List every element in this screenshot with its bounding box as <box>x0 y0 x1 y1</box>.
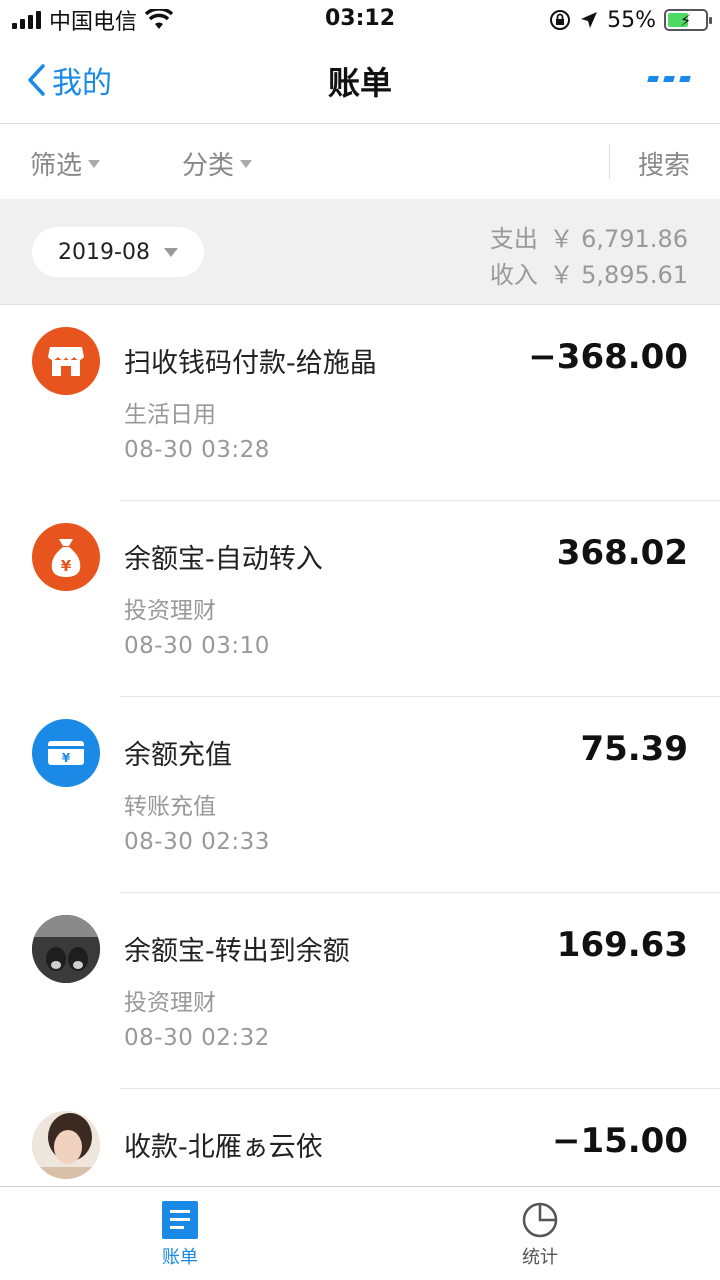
month-summary: 2019-08 支出 ￥ 6,791.86 收入 ￥ 5,895.61 <box>0 199 720 305</box>
avatar <box>32 915 100 983</box>
transaction-list: 扫收钱码付款-给施晶 生活日用 08-30 03:28 −368.00 ¥ 余额… <box>0 305 720 1280</box>
pie-chart-icon <box>522 1202 558 1238</box>
location-arrow-icon <box>581 12 598 28</box>
transaction-title: 余额宝-转出到余额 <box>124 936 350 967</box>
transaction-time: 08-30 02:32 <box>124 1025 270 1051</box>
transaction-category: 转账充值 <box>124 794 216 820</box>
month-picker[interactable]: 2019-08 <box>32 227 204 277</box>
list-item[interactable]: ¥ 余额充值 转账充值 08-30 02:33 75.39 <box>0 697 720 893</box>
list-item[interactable]: 余额宝-转出到余额 投资理财 08-30 02:32 169.63 <box>0 893 720 1089</box>
tab-label: 统计 <box>522 1247 558 1268</box>
orientation-lock-icon <box>550 10 571 30</box>
transaction-title: 余额充值 <box>124 740 232 771</box>
status-right: 55% ⚡ <box>549 6 712 34</box>
income-summary: 收入 ￥ 5,895.61 <box>486 255 688 290</box>
divider <box>609 145 610 179</box>
transaction-amount: 368.02 <box>556 533 688 573</box>
transaction-category: 投资理财 <box>124 598 216 624</box>
money-bag-icon: ¥ <box>32 523 100 591</box>
income-label: 收入 <box>489 261 538 289</box>
transaction-title: 余额宝-自动转入 <box>124 544 323 575</box>
svg-text:¥: ¥ <box>61 557 72 575</box>
tab-bill[interactable]: 账单 <box>120 1201 240 1269</box>
transaction-time: 08-30 03:28 <box>124 437 270 463</box>
transaction-time: 08-30 02:33 <box>124 829 270 855</box>
transaction-time: 08-30 03:10 <box>124 633 270 659</box>
transaction-category: 生活日用 <box>124 402 216 428</box>
card-icon: ¥ <box>32 719 100 787</box>
category-label: 分类 <box>182 151 235 181</box>
transaction-amount: 169.63 <box>556 925 688 965</box>
category-dropdown[interactable]: 分类 <box>182 145 253 182</box>
transaction-title: 扫收钱码付款-给施晶 <box>124 348 377 379</box>
search-button[interactable]: 搜索 <box>638 145 690 182</box>
nav-bar: 我的 账单 <box>0 40 720 124</box>
transaction-amount: −368.00 <box>528 337 688 377</box>
svg-text:¥: ¥ <box>62 751 71 765</box>
more-icon[interactable] <box>647 76 691 82</box>
list-item[interactable]: ¥ 余额宝-自动转入 投资理财 08-30 03:10 368.02 <box>0 501 720 697</box>
avatar <box>32 1111 100 1179</box>
expense-label: 支出 <box>489 225 538 253</box>
tab-label: 账单 <box>162 1247 198 1268</box>
bill-icon <box>162 1201 198 1239</box>
page-title: 账单 <box>327 64 392 102</box>
expense-summary: 支出 ￥ 6,791.86 <box>486 219 688 254</box>
month-label: 2019-08 <box>58 239 150 265</box>
transaction-amount: −15.00 <box>551 1121 688 1161</box>
shop-icon <box>32 327 100 395</box>
list-item[interactable]: 扫收钱码付款-给施晶 生活日用 08-30 03:28 −368.00 <box>0 305 720 501</box>
caret-down-icon <box>88 159 101 168</box>
transaction-category: 投资理财 <box>124 990 216 1016</box>
caret-down-icon <box>163 247 178 257</box>
battery-icon: ⚡ <box>664 9 712 31</box>
tab-statistics[interactable]: 统计 <box>480 1201 600 1269</box>
filter-label: 筛选 <box>30 151 83 181</box>
expense-value: ￥ 6,791.86 <box>549 225 688 253</box>
battery-percent: 55% <box>607 7 656 33</box>
income-value: ￥ 5,895.61 <box>549 261 688 289</box>
transaction-title: 收款-北雁ぁ云依 <box>124 1132 323 1163</box>
filter-bar: 筛选 分类 搜索 <box>0 125 720 199</box>
status-bar: 中国电信 03:12 55% ⚡ <box>0 0 720 40</box>
filter-dropdown[interactable]: 筛选 <box>30 145 101 182</box>
transaction-amount: 75.39 <box>580 729 688 769</box>
caret-down-icon <box>240 159 253 168</box>
tab-bar: 账单 统计 <box>0 1186 720 1280</box>
